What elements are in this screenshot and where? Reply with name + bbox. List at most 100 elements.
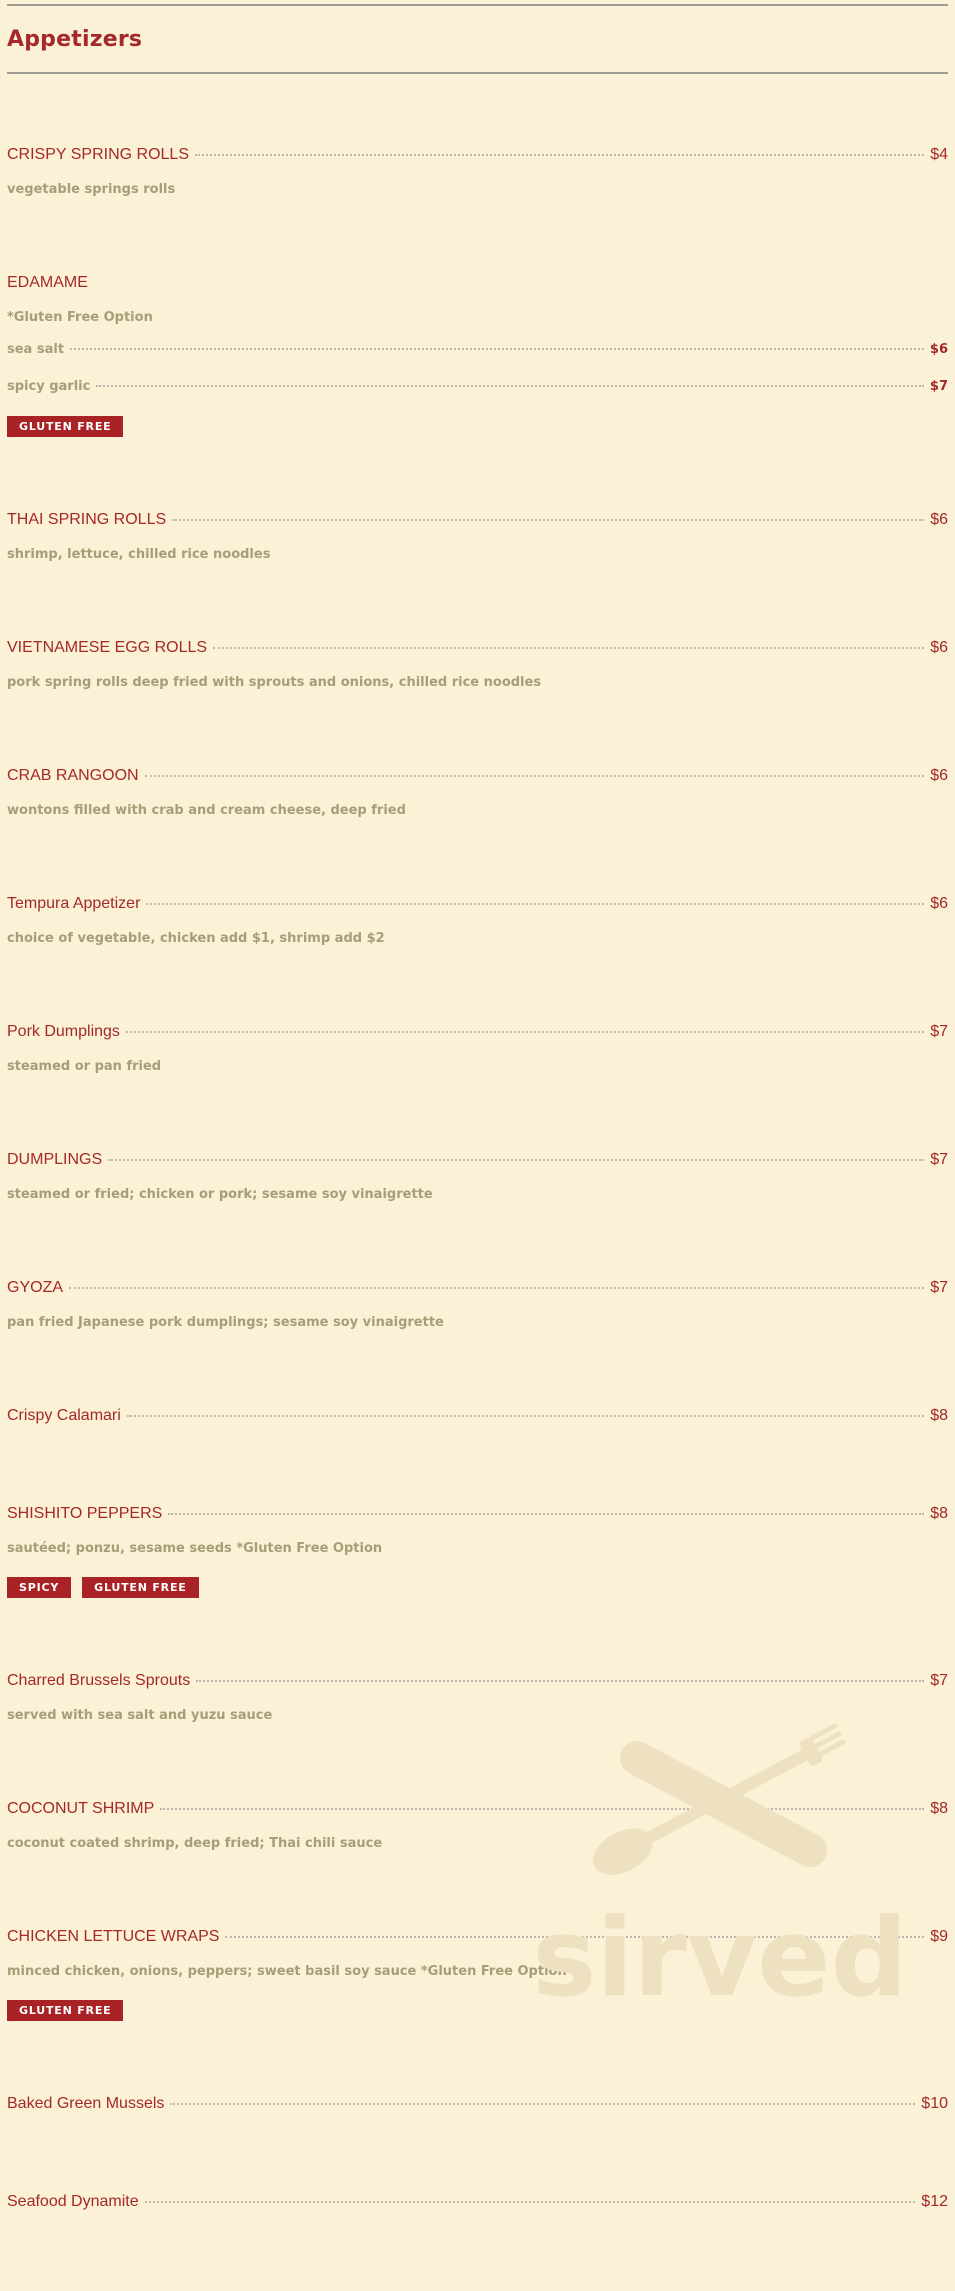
menu-item-description: *Gluten Free Option	[7, 310, 153, 325]
dot-leader	[96, 385, 924, 387]
option-name: sea salt	[7, 342, 65, 357]
menu-item-row: Pork Dumplings $7	[7, 1023, 948, 1047]
menu-item-price: $12	[921, 2193, 948, 2210]
menu-item: EDAMAME *Gluten Free Option sea salt $6 spic…	[7, 274, 948, 437]
dot-leader	[160, 1808, 925, 1810]
section-title: Appetizers	[7, 27, 143, 52]
menu-item-name: THAI SPRING ROLLS	[7, 511, 167, 528]
menu-item-row: THAI SPRING ROLLS $6	[7, 511, 948, 535]
menu-item: GYOZA $7 pan fried Japanese pork dumplings…	[7, 1279, 948, 1333]
menu-item-name: DUMPLINGS	[7, 1151, 103, 1168]
menu-page: Appetizers CRISPY SPRING ROLLS $4 vegetabl…	[7, 0, 948, 2291]
menu-item-row: GYOZA $7	[7, 1279, 948, 1303]
menu-item-price: $8	[930, 1505, 948, 1522]
menu-item-options: sea salt $6 spicy garlic $7	[7, 342, 948, 403]
menu-item-price: $6	[930, 511, 948, 528]
dot-leader	[70, 348, 924, 350]
menu-item-name: Crispy Calamari	[7, 1407, 121, 1424]
menu-item-name: Baked Green Mussels	[7, 2095, 165, 2112]
menu-item: Seafood Dynamite $12	[7, 2193, 948, 2217]
option-name: spicy garlic	[7, 379, 91, 394]
dot-leader	[125, 1031, 925, 1033]
menu-item-row: DUMPLINGS $7	[7, 1151, 948, 1175]
menu-item-row: Charred Brussels Sprouts $7	[7, 1672, 948, 1696]
section-divider-top	[7, 4, 948, 6]
dot-leader	[168, 1513, 925, 1515]
dietary-tags: GLUTEN FREE	[7, 2000, 948, 2021]
menu-item-description: wontons filled with crab and cream chees…	[7, 803, 406, 818]
menu-item-description: vegetable springs rolls	[7, 182, 176, 197]
menu-item-price: $8	[930, 1407, 948, 1424]
menu-item-name: Charred Brussels Sprouts	[7, 1672, 191, 1689]
dot-leader	[126, 1415, 925, 1417]
dietary-tags: SPICY GLUTEN FREE	[7, 1577, 948, 1598]
dot-leader	[69, 1287, 925, 1289]
menu-item-row: COCONUT SHRIMP $8	[7, 1800, 948, 1824]
menu-item: VIETNAMESE EGG ROLLS $6 pork spring rolls …	[7, 639, 948, 693]
dot-leader	[213, 647, 925, 649]
menu-item-option: spicy garlic $7	[7, 379, 948, 403]
menu-item-price: $6	[930, 639, 948, 656]
menu-item-description: shrimp, lettuce, chilled rice noodles	[7, 547, 271, 562]
dot-leader	[144, 2201, 916, 2203]
menu-item-description: choice of vegetable, chicken add $1, shr…	[7, 931, 385, 946]
menu-item-price: $7	[930, 1279, 948, 1296]
menu-item-row: VIETNAMESE EGG ROLLS $6	[7, 639, 948, 663]
menu-item-description: pan fried Japanese pork dumplings; sesam…	[7, 1315, 444, 1330]
menu-item-row: CRAB RANGOON $6	[7, 767, 948, 791]
menu-item-description: served with sea salt and yuzu sauce	[7, 1708, 273, 1723]
menu-item-name: SHISHITO PEPPERS	[7, 1505, 163, 1522]
menu-item: Pork Dumplings $7 steamed or pan fried	[7, 1023, 948, 1077]
menu-item-price: $9	[930, 1928, 948, 1945]
menu-item: THAI SPRING ROLLS $6 shrimp, lettuce, chil…	[7, 511, 948, 565]
menu-item: DUMPLINGS $7 steamed or fried; chicken or …	[7, 1151, 948, 1205]
dot-leader	[146, 903, 925, 905]
menu-item: CRISPY SPRING ROLLS $4 vegetable springs r…	[7, 146, 948, 200]
dietary-tag-badge: SPICY	[7, 1577, 72, 1598]
dietary-tags: GLUTEN FREE	[7, 416, 948, 437]
menu-item-price: $7	[930, 1023, 948, 1040]
menu-item: CRAB RANGOON $6 wontons filled with crab a…	[7, 767, 948, 821]
menu-item-row: Baked Green Mussels $10	[7, 2095, 948, 2119]
menu-item-name: CHICKEN LETTUCE WRAPS	[7, 1928, 220, 1945]
menu-item: Tempura Appetizer $6 choice of vegetable, …	[7, 895, 948, 949]
menu-item-name: Seafood Dynamite	[7, 2193, 139, 2210]
menu-item-row: Seafood Dynamite $12	[7, 2193, 948, 2217]
menu-item-list: CRISPY SPRING ROLLS $4 vegetable springs r…	[7, 146, 948, 2217]
menu-item-price: $8	[930, 1800, 948, 1817]
menu-item-price: $7	[930, 1151, 948, 1168]
menu-item-name: CRAB RANGOON	[7, 767, 139, 784]
menu-item: COCONUT SHRIMP $8 coconut coated shrimp, d…	[7, 1800, 948, 1854]
menu-item-price: $6	[930, 767, 948, 784]
menu-item-description: sautéed; ponzu, sesame seeds *Gluten Fre…	[7, 1541, 383, 1556]
menu-item-name: Tempura Appetizer	[7, 895, 141, 912]
menu-item-price: $10	[921, 2095, 948, 2112]
menu-item-price: $6	[930, 895, 948, 912]
dot-leader	[225, 1936, 925, 1938]
menu-item: Charred Brussels Sprouts $7 served with se…	[7, 1672, 948, 1726]
menu-item-name: EDAMAME	[7, 274, 88, 291]
menu-item-row: Tempura Appetizer $6	[7, 895, 948, 919]
section-divider-bottom	[7, 72, 948, 74]
dot-leader	[196, 1680, 925, 1682]
menu-item: SHISHITO PEPPERS $8 sautéed; ponzu, sesame…	[7, 1505, 948, 1598]
menu-item-row: CHICKEN LETTUCE WRAPS $9	[7, 1928, 948, 1952]
menu-item-name: Pork Dumplings	[7, 1023, 120, 1040]
menu-item: CHICKEN LETTUCE WRAPS $9 minced chicken, o…	[7, 1928, 948, 2021]
menu-item-description: steamed or pan fried	[7, 1059, 162, 1074]
menu-item-name: CRISPY SPRING ROLLS	[7, 146, 189, 163]
menu-item-description: minced chicken, onions, peppers; sweet b…	[7, 1964, 567, 1979]
dot-leader	[108, 1159, 925, 1161]
dietary-tag-badge: GLUTEN FREE	[82, 1577, 199, 1598]
menu-item-name: GYOZA	[7, 1279, 64, 1296]
dot-leader	[194, 154, 925, 156]
dietary-tag-badge: GLUTEN FREE	[7, 416, 124, 437]
menu-item-name: VIETNAMESE EGG ROLLS	[7, 639, 208, 656]
menu-item: Baked Green Mussels $10	[7, 2095, 948, 2119]
dot-leader	[172, 519, 925, 521]
dot-leader	[144, 775, 925, 777]
menu-item-row: SHISHITO PEPPERS $8	[7, 1505, 948, 1529]
menu-item-name: COCONUT SHRIMP	[7, 1800, 155, 1817]
menu-item-price: $4	[930, 146, 948, 163]
menu-item-row: EDAMAME	[7, 274, 948, 298]
